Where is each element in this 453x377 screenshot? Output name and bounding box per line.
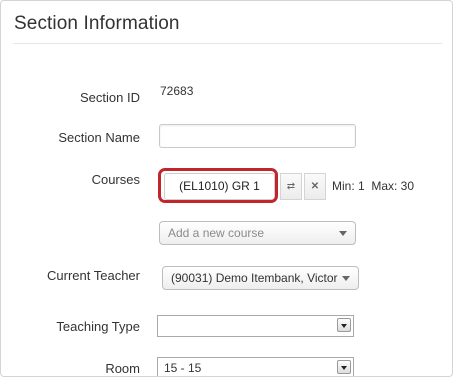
current-teacher-select[interactable]: (90031) Demo Itembank, Victor [162,266,359,290]
dropdown-arrow-icon [337,360,351,374]
course-limits: Min: 1 Max: 30 [332,179,415,193]
courses-label: Courses [91,172,140,187]
add-course-select[interactable]: Add a new course [159,221,356,245]
add-course-placeholder: Add a new course [168,226,265,240]
chevron-down-icon [342,276,350,281]
room-value: 15 - 15 [164,361,202,375]
swap-arrows-icon: ⇄ [286,181,296,192]
current-teacher-value: (90031) Demo Itembank, Victor [171,271,338,285]
course-highlight-callout [158,168,278,203]
section-id-value: 72683 [160,84,194,98]
chevron-down-icon [339,231,347,236]
title-divider [13,43,442,44]
section-name-input[interactable] [159,124,356,148]
teaching-type-label: Teaching Type [56,319,140,334]
dropdown-arrow-icon [337,318,351,332]
close-icon: ✕ [310,181,320,192]
room-select[interactable]: 15 - 15 [157,357,354,376]
swap-course-button[interactable]: ⇄ [280,173,302,200]
remove-course-button[interactable]: ✕ [304,173,326,200]
section-name-label: Section Name [58,130,140,145]
section-id-label: Section ID [80,90,140,105]
section-information-panel: Section Information Section ID 72683 Sec… [0,0,453,377]
room-label: Room [105,361,140,376]
current-teacher-label: Current Teacher [47,268,140,283]
teaching-type-select[interactable] [157,315,354,337]
page-title: Section Information [14,13,180,34]
